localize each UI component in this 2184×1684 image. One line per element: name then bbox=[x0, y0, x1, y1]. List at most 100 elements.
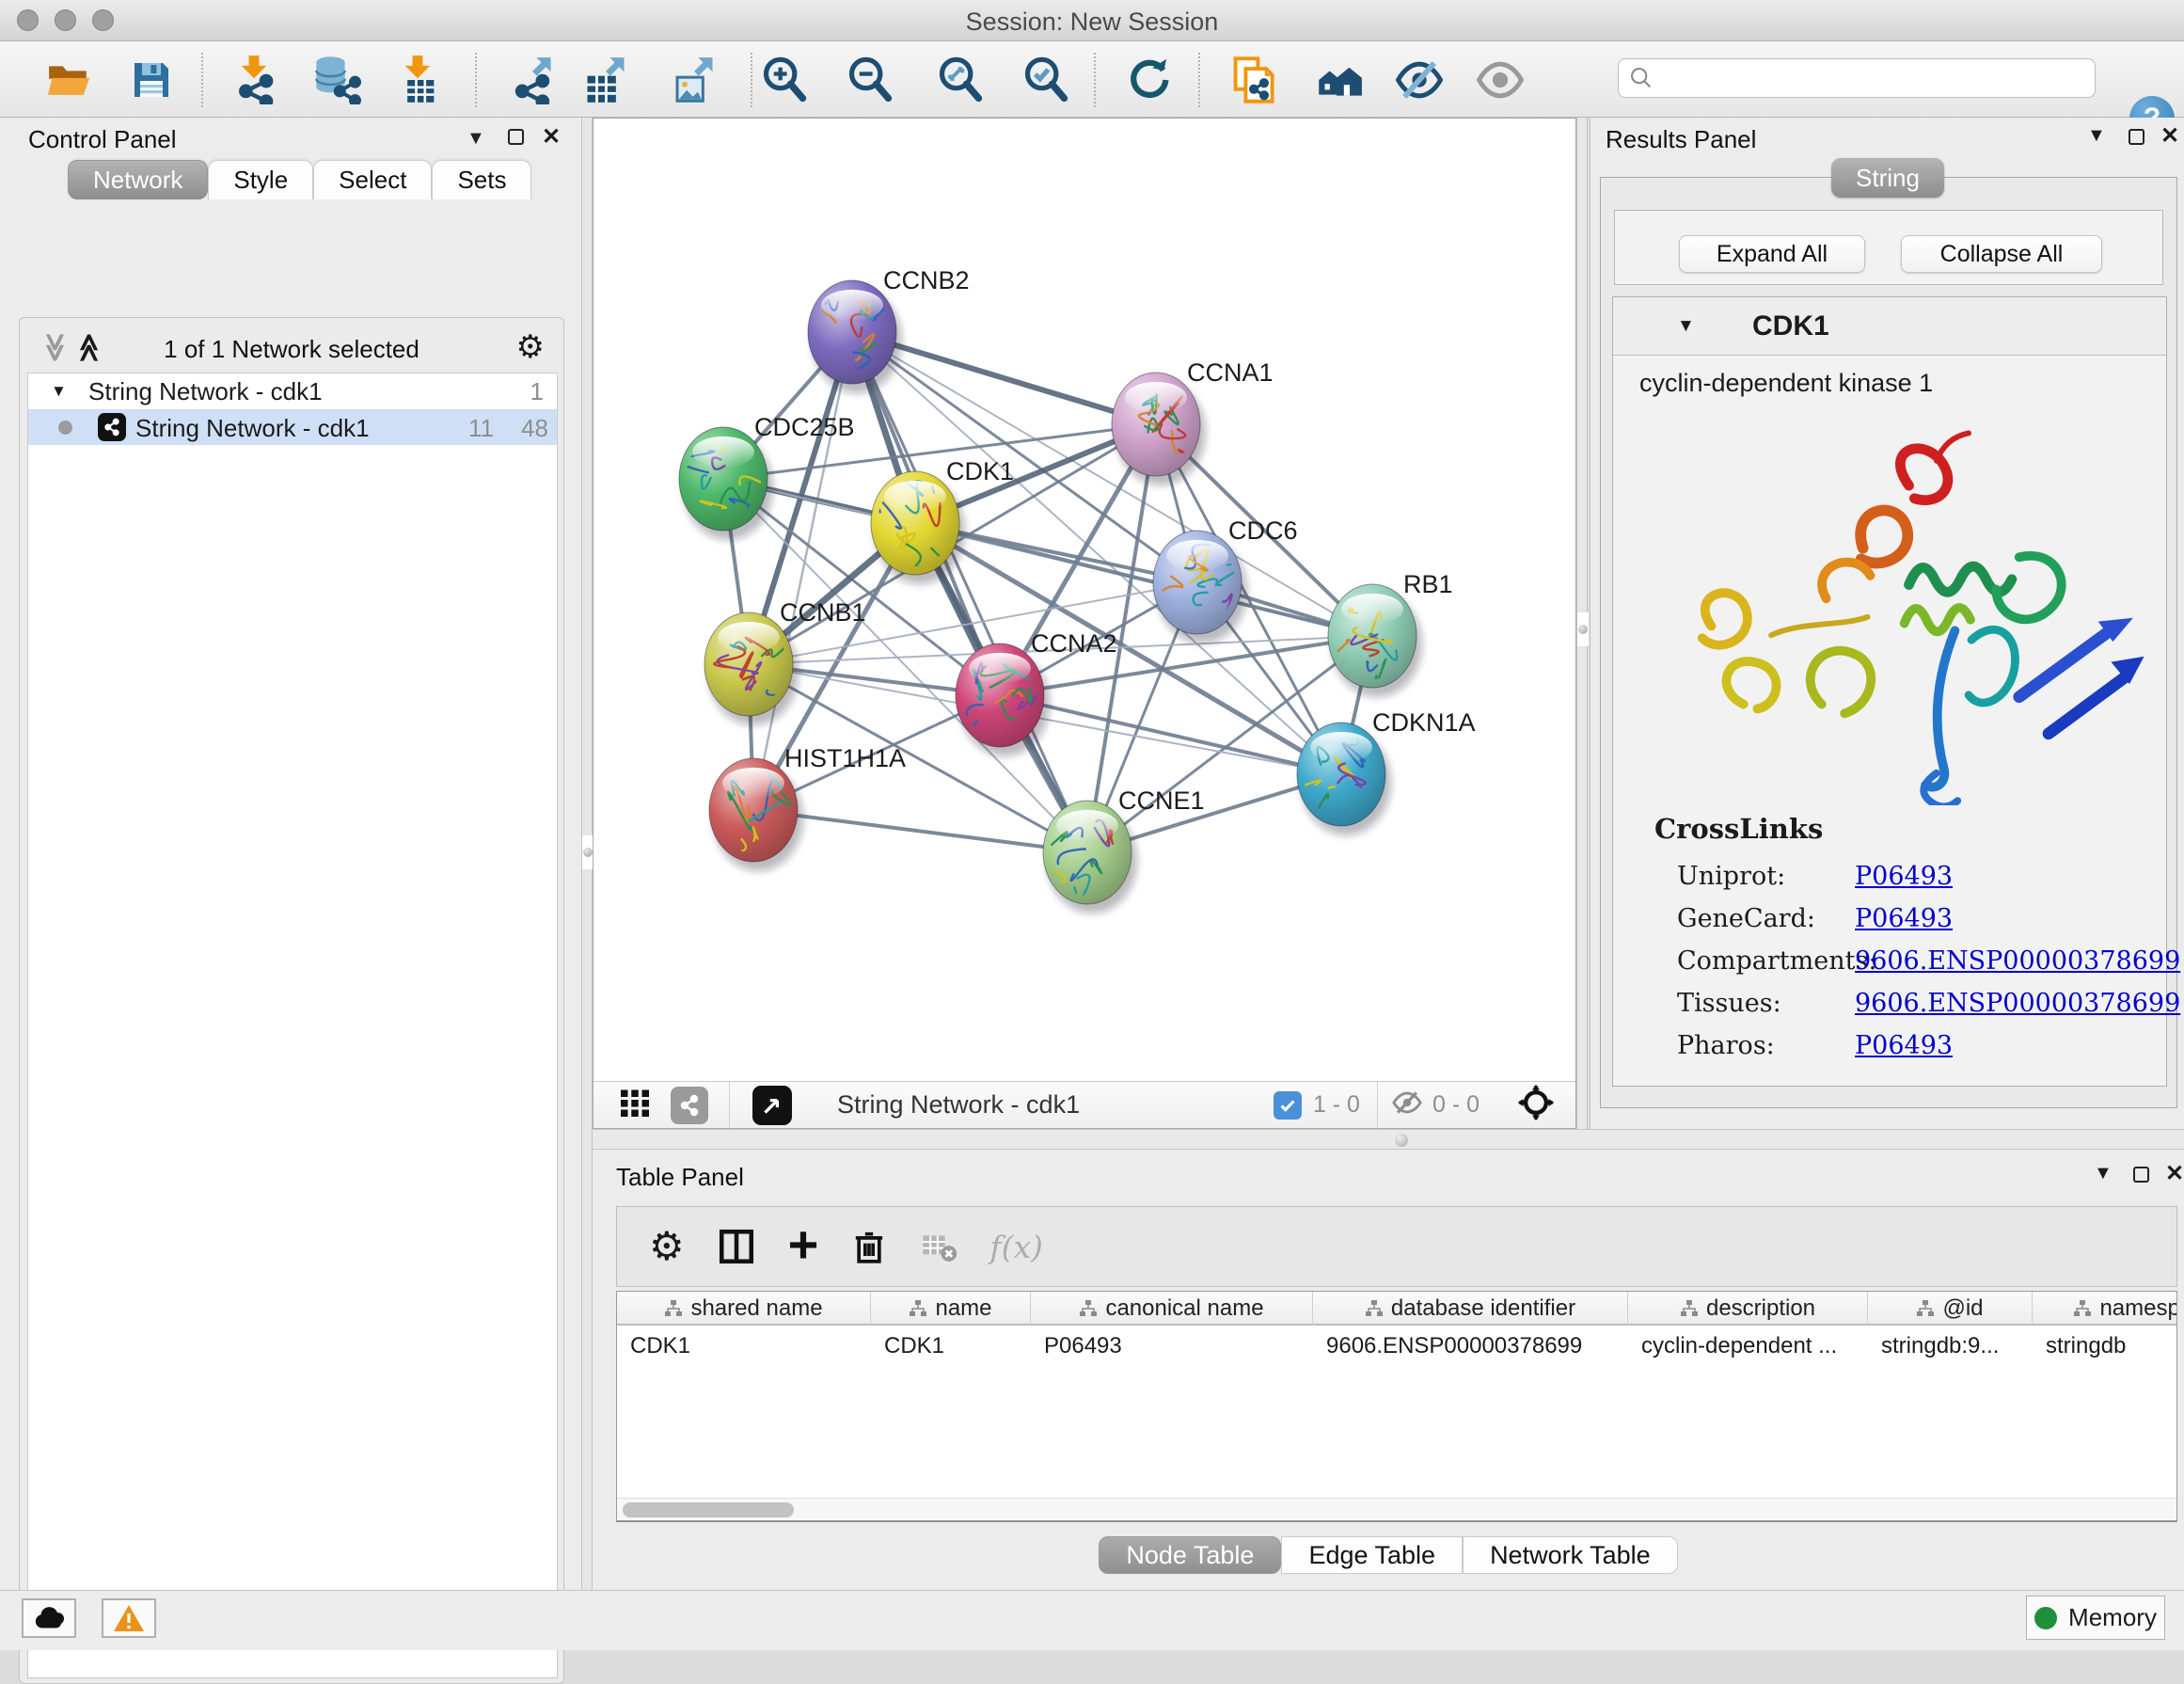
crosslink-link[interactable]: P06493 bbox=[1855, 904, 1953, 933]
column-header-database-identifier[interactable]: database identifier bbox=[1313, 1292, 1628, 1326]
tab-sets[interactable]: Sets bbox=[432, 160, 531, 199]
export-table-button[interactable] bbox=[580, 55, 631, 105]
float-results-icon[interactable] bbox=[2129, 129, 2144, 150]
table-options-gear-icon[interactable]: ⚙ bbox=[649, 1227, 685, 1266]
hide-selected-button[interactable] bbox=[1394, 55, 1445, 105]
zoom-in-button[interactable] bbox=[759, 55, 810, 105]
open-session-button[interactable] bbox=[43, 55, 94, 105]
import-network-from-database-button[interactable] bbox=[311, 55, 362, 105]
column-header-description[interactable]: description bbox=[1628, 1292, 1868, 1326]
table-cell[interactable]: CDK1 bbox=[871, 1327, 1031, 1365]
tab-network[interactable]: Network bbox=[68, 160, 208, 199]
tab-node-table[interactable]: Node Table bbox=[1099, 1536, 1281, 1574]
right-splitter[interactable] bbox=[1576, 118, 1588, 1129]
network-edge[interactable] bbox=[852, 332, 1087, 852]
crosslink-link[interactable]: P06493 bbox=[1855, 1031, 1953, 1060]
float-table-icon[interactable] bbox=[2133, 1167, 2149, 1187]
network-node[interactable]: CCNB2 bbox=[808, 266, 970, 393]
birds-eye-view-icon[interactable] bbox=[752, 1086, 792, 1125]
network-node[interactable]: CCNA2 bbox=[956, 629, 1117, 756]
network-canvas[interactable]: CCNB2CCNA1CDC25BCDK1CDC6RB1CCNB1CCNA2CDK… bbox=[593, 119, 1575, 1081]
table-cell[interactable]: stringdb:9... bbox=[1868, 1327, 2033, 1365]
crosslink-link[interactable]: 9606.ENSP00000378699 bbox=[1855, 989, 2180, 1018]
right-splitter-handle[interactable] bbox=[1577, 612, 1589, 646]
refresh-layout-button[interactable] bbox=[1123, 55, 1174, 105]
table-cell[interactable]: P06493 bbox=[1031, 1327, 1313, 1365]
cloud-status-button[interactable] bbox=[22, 1598, 76, 1638]
entry-gene-name: CDK1 bbox=[1752, 310, 1829, 342]
show-columns-icon[interactable] bbox=[717, 1227, 756, 1266]
collapse-panel-icon[interactable]: ▼ bbox=[467, 128, 485, 150]
column-header-name[interactable]: name bbox=[871, 1292, 1031, 1326]
tab-select[interactable]: Select bbox=[313, 160, 432, 199]
import-table-from-file-button[interactable] bbox=[392, 55, 443, 105]
show-all-button[interactable] bbox=[1475, 55, 1526, 105]
collapse-results-icon[interactable]: ▼ bbox=[2087, 125, 2106, 147]
tab-style[interactable]: Style bbox=[208, 160, 313, 199]
network-row-selected[interactable]: String Network - cdk1 11 48 bbox=[28, 409, 557, 445]
add-column-icon[interactable]: + bbox=[788, 1214, 819, 1275]
table-cell[interactable]: stringdb bbox=[2033, 1327, 2177, 1365]
export-image-button[interactable] bbox=[669, 55, 720, 105]
selected-count: 1 - 0 bbox=[1313, 1091, 1360, 1119]
tab-network-table[interactable]: Network Table bbox=[1463, 1536, 1678, 1574]
network-node[interactable]: CCNA1 bbox=[1112, 358, 1274, 485]
warning-status-button[interactable] bbox=[102, 1598, 156, 1638]
close-table-icon[interactable]: ✕ bbox=[2165, 1160, 2184, 1187]
network-options-gear-icon[interactable]: ⚙ bbox=[516, 331, 545, 363]
search-field[interactable] bbox=[1618, 58, 2096, 98]
collapse-table-icon[interactable]: ▼ bbox=[2094, 1163, 2113, 1184]
entry-caret-icon[interactable]: ▼ bbox=[1677, 316, 1695, 337]
scrollbar-thumb[interactable] bbox=[623, 1502, 794, 1517]
pan-crosshair-icon[interactable] bbox=[1517, 1084, 1555, 1126]
close-results-icon[interactable]: ✕ bbox=[2160, 122, 2179, 150]
clone-network-button[interactable] bbox=[1227, 55, 1278, 105]
collection-caret-icon[interactable]: ▼ bbox=[51, 382, 67, 401]
export-network-button[interactable] bbox=[507, 55, 558, 105]
table-cell[interactable]: CDK1 bbox=[617, 1327, 871, 1365]
node-entry-header[interactable]: ▼ CDK1 bbox=[1613, 297, 2166, 356]
import-network-from-file-button[interactable] bbox=[229, 55, 279, 105]
network-edge[interactable] bbox=[753, 332, 852, 810]
network-node[interactable]: CDC25B bbox=[679, 413, 855, 540]
column-type-icon bbox=[664, 1299, 683, 1318]
column-header-canonical-name[interactable]: canonical name bbox=[1031, 1292, 1313, 1326]
selected-count-checkbox[interactable] bbox=[1274, 1091, 1302, 1120]
zoom-selected-button[interactable] bbox=[1021, 55, 1071, 105]
expand-all-button[interactable]: Expand All bbox=[1679, 235, 1865, 273]
left-splitter[interactable] bbox=[581, 118, 593, 1590]
horizontal-splitter[interactable] bbox=[593, 1129, 2184, 1150]
table-cell[interactable]: 9606.ENSP00000378699 bbox=[1313, 1327, 1628, 1365]
network-collection-row[interactable]: ▼ String Network - cdk1 1 bbox=[28, 373, 557, 409]
table-cell[interactable]: cyclin-dependent ... bbox=[1628, 1327, 1868, 1365]
horizontal-splitter-handle[interactable] bbox=[1395, 1134, 1408, 1147]
close-panel-icon[interactable]: ✕ bbox=[542, 123, 561, 151]
column-type-icon bbox=[1916, 1299, 1935, 1318]
network-node[interactable]: CCNB1 bbox=[704, 598, 866, 725]
first-neighbors-button[interactable] bbox=[1313, 55, 1364, 105]
delete-column-trash-icon[interactable] bbox=[850, 1228, 888, 1265]
tab-string[interactable]: String bbox=[1831, 158, 1944, 198]
table-horizontal-scrollbar[interactable] bbox=[617, 1498, 2176, 1520]
zoom-out-button[interactable] bbox=[845, 55, 895, 105]
memory-button[interactable]: Memory bbox=[2026, 1596, 2165, 1640]
tab-edge-table[interactable]: Edge Table bbox=[1281, 1536, 1463, 1574]
zoom-fit-button[interactable] bbox=[935, 55, 986, 105]
grid-view-icon[interactable] bbox=[618, 1086, 652, 1124]
network-edge[interactable] bbox=[753, 810, 1087, 852]
float-panel-icon[interactable] bbox=[508, 129, 524, 150]
crosslink-link[interactable]: 9606.ENSP00000378699 bbox=[1855, 946, 2180, 976]
database-icon bbox=[312, 56, 361, 104]
crosslink-link[interactable]: P06493 bbox=[1855, 862, 1953, 891]
collapse-all-button[interactable]: Collapse All bbox=[1901, 235, 2102, 273]
column-header-namespace[interactable]: namespace bbox=[2033, 1292, 2177, 1326]
network-node[interactable]: RB1 bbox=[1323, 570, 1453, 697]
network-type-share-icon[interactable] bbox=[671, 1087, 708, 1124]
column-header-@id[interactable]: @id bbox=[1868, 1292, 2033, 1326]
search-input[interactable] bbox=[1654, 65, 2095, 91]
save-session-button[interactable] bbox=[126, 55, 177, 105]
column-header-shared-name[interactable]: shared name bbox=[617, 1292, 871, 1326]
network-edge[interactable] bbox=[915, 523, 1372, 636]
table-row[interactable]: CDK1CDK1P064939606.ENSP00000378699cyclin… bbox=[617, 1327, 2177, 1365]
network-node[interactable]: HIST1H1A bbox=[709, 744, 906, 871]
